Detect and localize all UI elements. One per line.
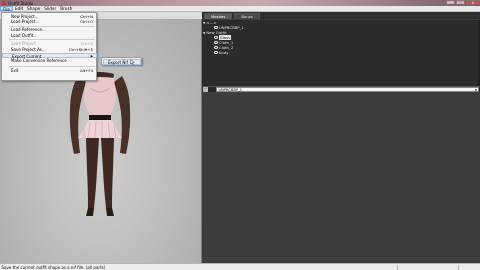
right-panel: Meshes Bones ▼<---> UNPBCBBP_1 ▼New Outf… [202, 11, 480, 263]
menu-edit[interactable]: Edit [13, 6, 25, 11]
menu-item-label: Load Project... [11, 19, 40, 25]
menu-item-new-project[interactable]: New Project... Ctrl+N [2, 14, 97, 19]
menu-item-label: Make Conversion Reference [11, 58, 67, 64]
menu-item-export-nif[interactable]: Export Nif [103, 59, 141, 65]
menu-item-export-current[interactable]: Export Current ▶ [2, 52, 97, 59]
menu-slider[interactable]: Slider [42, 6, 58, 11]
menu-item-save-project-as[interactable]: Save Project As... Ctrl+Shift+S [2, 47, 97, 52]
status-bar: Save the current outfit shape as a nif f… [0, 262, 480, 270]
menu-item-label: Save Project As... [11, 46, 46, 52]
close-button[interactable]: ✕ [466, 0, 480, 5]
mesh-tree[interactable]: ▼<---> UNPBCBBP_1 ▼New Outfit Glass Clot… [202, 19, 480, 86]
menu-item-label: Exit [11, 67, 19, 73]
app-icon [2, 1, 6, 5]
visibility-eye-icon[interactable] [214, 46, 218, 49]
tree-item-label: body [219, 49, 229, 55]
status-divider [458, 264, 459, 270]
menu-shape[interactable]: Shape [25, 6, 42, 11]
menu-item-make-conversion-reference[interactable]: Make Conversion Reference [2, 58, 97, 63]
menu-item-load-outfit[interactable]: Load Outfit... [2, 33, 97, 38]
menu-item-shortcut: Ctrl+O [80, 19, 93, 25]
mouse-cursor-icon [130, 59, 135, 65]
visibility-eye-icon[interactable] [214, 41, 218, 44]
menu-item-shortcut: Ctrl+Shift+S [68, 46, 93, 52]
menu-item-shortcut: Alt+F4 [80, 67, 93, 73]
tab-bones[interactable]: Bones [234, 13, 260, 19]
menu-item-label: New Project... [11, 13, 39, 19]
export-submenu: Export Nif [101, 57, 142, 65]
visibility-eye-icon[interactable] [214, 51, 218, 54]
status-divider [397, 264, 398, 270]
file-menu: New Project... Ctrl+N Load Project... Ct… [1, 11, 97, 81]
menu-item-exit[interactable]: Exit Alt+F4 [2, 68, 97, 73]
visibility-eye-icon[interactable] [214, 36, 218, 39]
menu-item-load-project[interactable]: Load Project... Ctrl+O [2, 19, 97, 24]
tab-meshes[interactable]: Meshes [204, 13, 233, 19]
menu-item-label: Load Outfit... [11, 32, 38, 38]
menu-file[interactable]: File [0, 6, 14, 12]
menu-item-shortcut: Ctrl+S [80, 41, 93, 46]
slider-panel [202, 91, 480, 263]
maximize-button[interactable]: □ [456, 0, 465, 5]
menu-item-save-project: Save Project Ctrl+S [2, 41, 97, 46]
panel-tabs: Meshes Bones [202, 11, 480, 19]
visibility-eye-icon[interactable] [214, 26, 218, 29]
window-title: Outfit Studio [8, 0, 34, 6]
collapse-icon: ▼ [203, 20, 206, 25]
status-text: Save the current outfit shape as a nif f… [1, 265, 106, 270]
tree-item-body[interactable]: body [214, 50, 228, 55]
menu-item-label: Load Reference... [11, 27, 46, 32]
collapse-icon: ▼ [203, 30, 206, 35]
menu-item-label: Save Project [11, 41, 36, 46]
minimize-button[interactable]: _ [446, 0, 455, 5]
menu-brush[interactable]: Brush [58, 6, 74, 11]
menu-item-load-reference[interactable]: Load Reference... [2, 27, 97, 32]
menu-item-shortcut: Ctrl+N [80, 13, 93, 19]
